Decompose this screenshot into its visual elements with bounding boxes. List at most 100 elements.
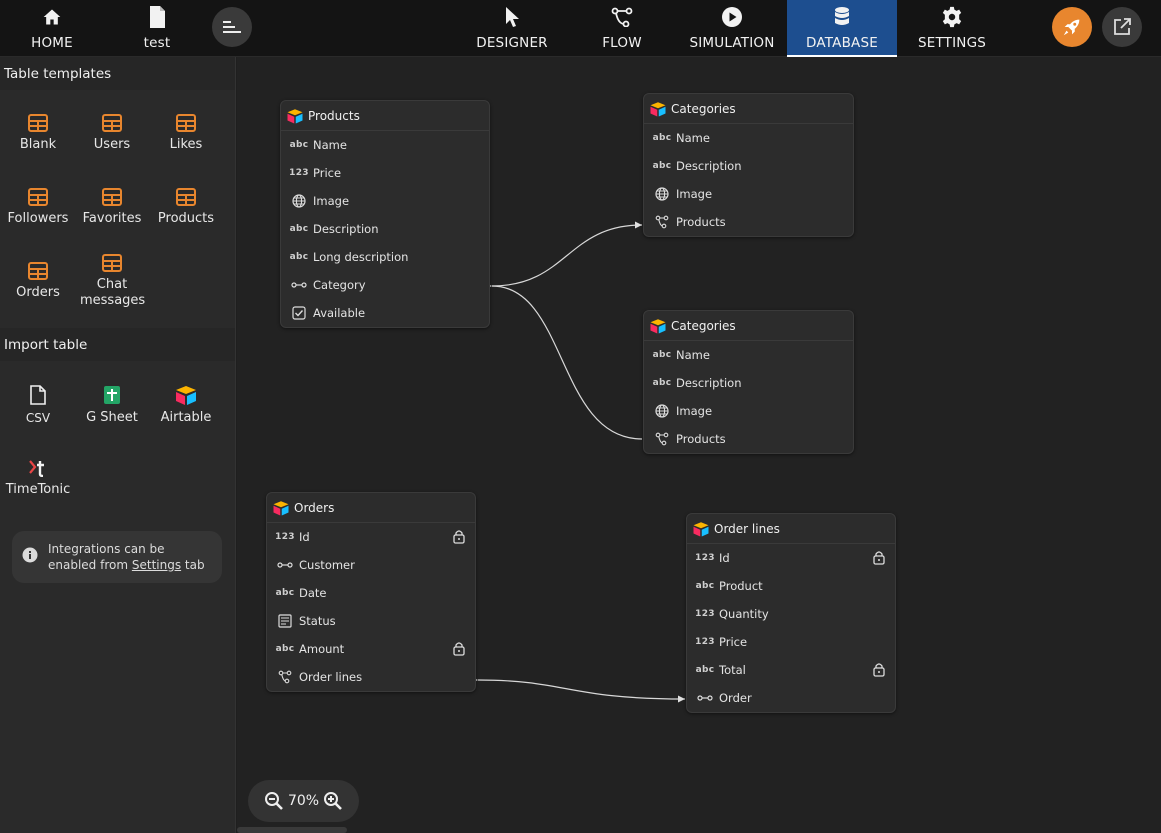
field-row[interactable]: abc Name [644, 124, 853, 152]
number-type-icon: 123 [695, 553, 715, 563]
integrations-info-text: Integrations can be enabled from Setting… [48, 541, 212, 573]
template-label: Favorites [82, 211, 142, 226]
field-row[interactable]: Image [644, 180, 853, 208]
field-row[interactable]: 123 Id [687, 544, 895, 572]
table-header[interactable]: Categories [644, 311, 853, 341]
field-row[interactable]: abc Description [644, 152, 853, 180]
field-row[interactable]: Customer [267, 551, 475, 579]
field-name: Available [313, 306, 366, 320]
template-likes[interactable]: Likes [149, 114, 223, 153]
field-row[interactable]: abc Date [267, 579, 475, 607]
table-card-categories[interactable]: Categories abc Name abc Description Image … [643, 310, 854, 454]
template-products[interactable]: Products [149, 188, 223, 227]
template-blank[interactable]: Blank [1, 114, 75, 153]
field-row[interactable]: Products [644, 208, 853, 236]
table-card-categories[interactable]: Categories abc Name abc Description Image … [643, 93, 854, 237]
field-row[interactable]: 123 Id [267, 523, 475, 551]
field-row[interactable]: Available [281, 299, 489, 327]
text-type-icon: abc [289, 224, 309, 234]
settings-link[interactable]: Settings [132, 558, 181, 572]
publish-button[interactable] [1052, 7, 1092, 47]
table-card-orders[interactable]: Orders 123 Id Customer abc Date Status abc… [266, 492, 476, 692]
zoom-in-icon [324, 792, 342, 810]
project-button[interactable]: test [127, 0, 187, 57]
import-timetonic[interactable]: TimeTonic [1, 459, 75, 498]
field-row[interactable]: 123 Price [281, 159, 489, 187]
tab-settings[interactable]: SETTINGS [910, 0, 994, 57]
number-type-icon: 123 [275, 532, 295, 542]
field-row[interactable]: abc Total [687, 656, 895, 684]
table-card-products[interactable]: Products abc Name 123 Price Image abc Descr… [280, 100, 490, 328]
template-label: Users [93, 137, 131, 152]
field-row[interactable]: Order [687, 684, 895, 712]
menu-toggle-button[interactable] [212, 7, 252, 47]
field-row[interactable]: abc Description [644, 369, 853, 397]
link-type-icon [290, 281, 308, 289]
number-type-icon: 123 [289, 168, 309, 178]
template-followers[interactable]: Followers [1, 188, 75, 227]
field-row[interactable]: abc Name [281, 131, 489, 159]
field-row[interactable]: Products [644, 425, 853, 453]
import-gsheet[interactable]: G Sheet [75, 385, 149, 426]
document-icon [145, 5, 169, 29]
template-chat-messages[interactable]: Chat messages [75, 254, 149, 309]
template-orders[interactable]: Orders [1, 262, 75, 301]
zoom-out-button[interactable] [264, 791, 284, 811]
field-row[interactable]: 123 Price [687, 628, 895, 656]
import-label: Airtable [160, 410, 212, 425]
import-airtable[interactable]: Airtable [149, 385, 223, 426]
sidebar: Table templates Blank Users Likes Follow… [0, 57, 236, 833]
table-header[interactable]: Orders [267, 493, 475, 523]
link-orderlines-to-order [470, 676, 686, 703]
field-name: Order [719, 691, 752, 705]
link-type-icon [276, 561, 294, 569]
home-icon [42, 5, 62, 29]
field-row[interactable]: abc Amount [267, 635, 475, 663]
table-header[interactable]: Order lines [687, 514, 895, 544]
table-header[interactable]: Categories [644, 94, 853, 124]
field-row[interactable]: Image [644, 397, 853, 425]
import-label: G Sheet [86, 410, 138, 425]
relation-many-icon [276, 670, 294, 684]
open-external-button[interactable] [1102, 7, 1142, 47]
number-type-icon: 123 [695, 609, 715, 619]
table-card-order-lines[interactable]: Order lines 123 Id abc Product 123 Quantity… [686, 513, 896, 713]
field-name: Products [676, 432, 726, 446]
field-row[interactable]: abc Long description [281, 243, 489, 271]
import-csv[interactable]: CSV [1, 385, 75, 426]
horizontal-scrollbar[interactable] [237, 827, 347, 833]
integrations-info: Integrations can be enabled from Setting… [12, 531, 222, 583]
field-row[interactable]: abc Product [687, 572, 895, 600]
field-row[interactable]: Order lines [267, 663, 475, 691]
tab-database[interactable]: DATABASE [787, 0, 897, 57]
field-row[interactable]: 123 Quantity [687, 600, 895, 628]
play-icon [721, 5, 743, 29]
tab-designer[interactable]: DESIGNER [465, 0, 559, 57]
database-canvas[interactable]: Products abc Name 123 Price Image abc Descr… [237, 57, 1161, 833]
field-name: Quantity [719, 607, 769, 621]
tab-flow[interactable]: FLOW [585, 0, 659, 57]
airtable-icon [176, 386, 196, 405]
template-users[interactable]: Users [75, 114, 149, 153]
field-row[interactable]: Image [281, 187, 489, 215]
zoom-out-icon [264, 792, 283, 810]
field-row[interactable]: abc Description [281, 215, 489, 243]
field-row[interactable]: Category [281, 271, 489, 299]
table-header[interactable]: Products [281, 101, 489, 131]
tab-simulation[interactable]: SIMULATION [682, 0, 782, 57]
info-icon [22, 547, 38, 563]
home-button[interactable]: HOME [14, 0, 90, 57]
tab-database-label: DATABASE [806, 35, 878, 51]
file-icon [30, 385, 46, 405]
table-icon [176, 114, 196, 132]
template-label: Blank [19, 137, 57, 152]
field-row[interactable]: Status [267, 607, 475, 635]
field-row[interactable]: abc Name [644, 341, 853, 369]
globe-icon [653, 187, 671, 201]
zoom-in-button[interactable] [323, 791, 343, 811]
text-type-icon: abc [652, 378, 672, 388]
table-icon [28, 188, 48, 206]
tab-simulation-label: SIMULATION [689, 35, 775, 51]
text-type-icon: abc [275, 644, 295, 654]
template-favorites[interactable]: Favorites [75, 188, 149, 227]
